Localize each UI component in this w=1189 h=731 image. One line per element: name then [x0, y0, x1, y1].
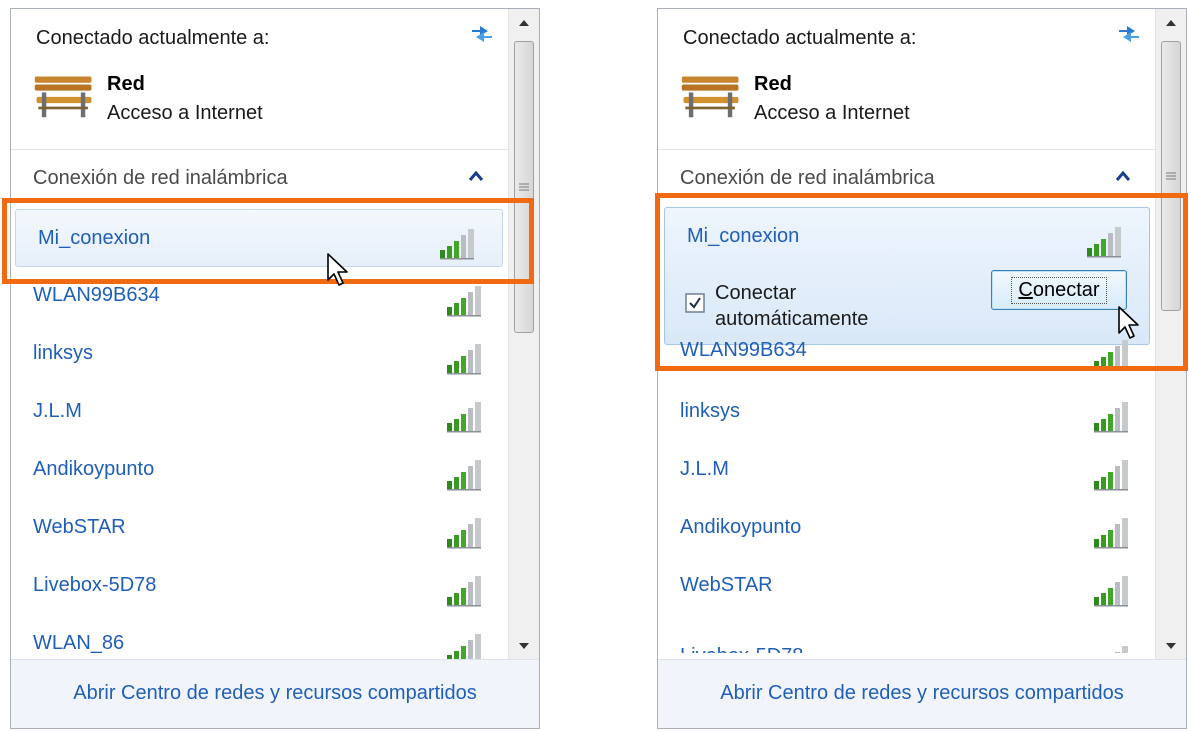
scroll-down-arrow-icon[interactable] [509, 632, 539, 660]
highlight-box-right [655, 193, 1188, 371]
refresh-icon[interactable] [469, 21, 495, 43]
current-connection-header: Conectado actualmente a: Red Acceso a In… [11, 9, 509, 149]
scroll-up-arrow-icon[interactable] [509, 9, 539, 37]
connection-status: Acceso a Internet [107, 102, 263, 124]
signal-strength-icon [1092, 455, 1134, 493]
divider [11, 149, 509, 150]
signal-strength-icon [445, 571, 487, 609]
network-ssid: Livebox-5D78 [33, 574, 157, 596]
network-item-linksys[interactable]: linksys [658, 383, 1156, 439]
current-connection-header: Conectado actualmente a: Red Acceso a In… [658, 9, 1156, 149]
network-ssid: Livebox-5D78 [680, 645, 803, 653]
signal-strength-icon [445, 397, 487, 435]
signal-strength-icon [445, 281, 487, 319]
connection-status: Acceso a Internet [754, 102, 910, 124]
open-network-center-link[interactable]: Abrir Centro de redes y recursos compart… [658, 682, 1186, 705]
network-item-webstar[interactable]: WebSTAR [658, 557, 1156, 613]
divider [658, 149, 1156, 150]
network-item-livebox[interactable]: Livebox-5D78 [658, 615, 1156, 653]
connection-name: Red [107, 73, 145, 95]
header-title: Conectado actualmente a: [683, 27, 917, 49]
chevron-up-icon[interactable] [1116, 171, 1130, 181]
network-item-jlm[interactable]: J.L.M [658, 441, 1156, 497]
grip-icon [519, 183, 529, 191]
signal-strength-icon [1092, 571, 1134, 609]
signal-strength-icon [445, 513, 487, 551]
signal-strength-icon [1092, 513, 1134, 551]
network-item-andikoypunto[interactable]: Andikoypunto [658, 499, 1156, 555]
section-title: Conexión de red inalámbrica [33, 167, 288, 189]
network-ssid: WLAN_86 [33, 632, 125, 654]
vertical-scrollbar[interactable] [508, 9, 539, 660]
signal-strength-icon [445, 455, 487, 493]
grip-icon [1166, 172, 1176, 180]
bench-icon [680, 71, 742, 121]
network-ssid: Andikoypunto [680, 516, 802, 538]
network-ssid: J.L.M [680, 458, 729, 480]
flyout-footer: Abrir Centro de redes y recursos compart… [658, 659, 1186, 728]
open-network-center-link[interactable]: Abrir Centro de redes y recursos compart… [11, 682, 539, 705]
wireless-section-header[interactable]: Conexión de red inalámbrica [11, 157, 509, 199]
flyout-footer: Abrir Centro de redes y recursos compart… [11, 659, 539, 728]
mouse-pointer-icon [326, 252, 350, 288]
network-item-livebox[interactable]: Livebox-5D78 [11, 557, 509, 613]
chevron-up-icon[interactable] [469, 171, 483, 181]
network-flyout-left: Conectado actualmente a: Red Acceso a In… [10, 8, 540, 729]
network-item-linksys[interactable]: linksys [11, 325, 509, 381]
highlight-box-left [2, 198, 534, 284]
network-item-andikoypunto[interactable]: Andikoypunto [11, 441, 509, 497]
mouse-pointer-icon [1117, 305, 1141, 341]
signal-strength-icon [445, 339, 487, 377]
network-ssid: linksys [33, 342, 94, 364]
scroll-up-arrow-icon[interactable] [1156, 9, 1186, 37]
network-ssid: J.L.M [33, 400, 82, 422]
bench-icon [33, 71, 95, 121]
network-item-webstar[interactable]: WebSTAR [11, 499, 509, 555]
network-item-jlm[interactable]: J.L.M [11, 383, 509, 439]
scroll-down-arrow-icon[interactable] [1156, 632, 1186, 660]
signal-strength-icon [1092, 641, 1134, 653]
network-ssid: WebSTAR [680, 574, 773, 596]
connection-name: Red [754, 73, 792, 95]
network-ssid: WLAN99B634 [33, 284, 160, 306]
network-ssid: Andikoypunto [33, 458, 155, 480]
refresh-icon[interactable] [1116, 21, 1142, 43]
network-ssid: WebSTAR [33, 516, 126, 538]
header-title: Conectado actualmente a: [36, 27, 270, 49]
scroll-thumb[interactable] [514, 41, 534, 333]
signal-strength-icon [1092, 397, 1134, 435]
network-ssid: linksys [680, 400, 741, 422]
section-title: Conexión de red inalámbrica [680, 167, 935, 189]
